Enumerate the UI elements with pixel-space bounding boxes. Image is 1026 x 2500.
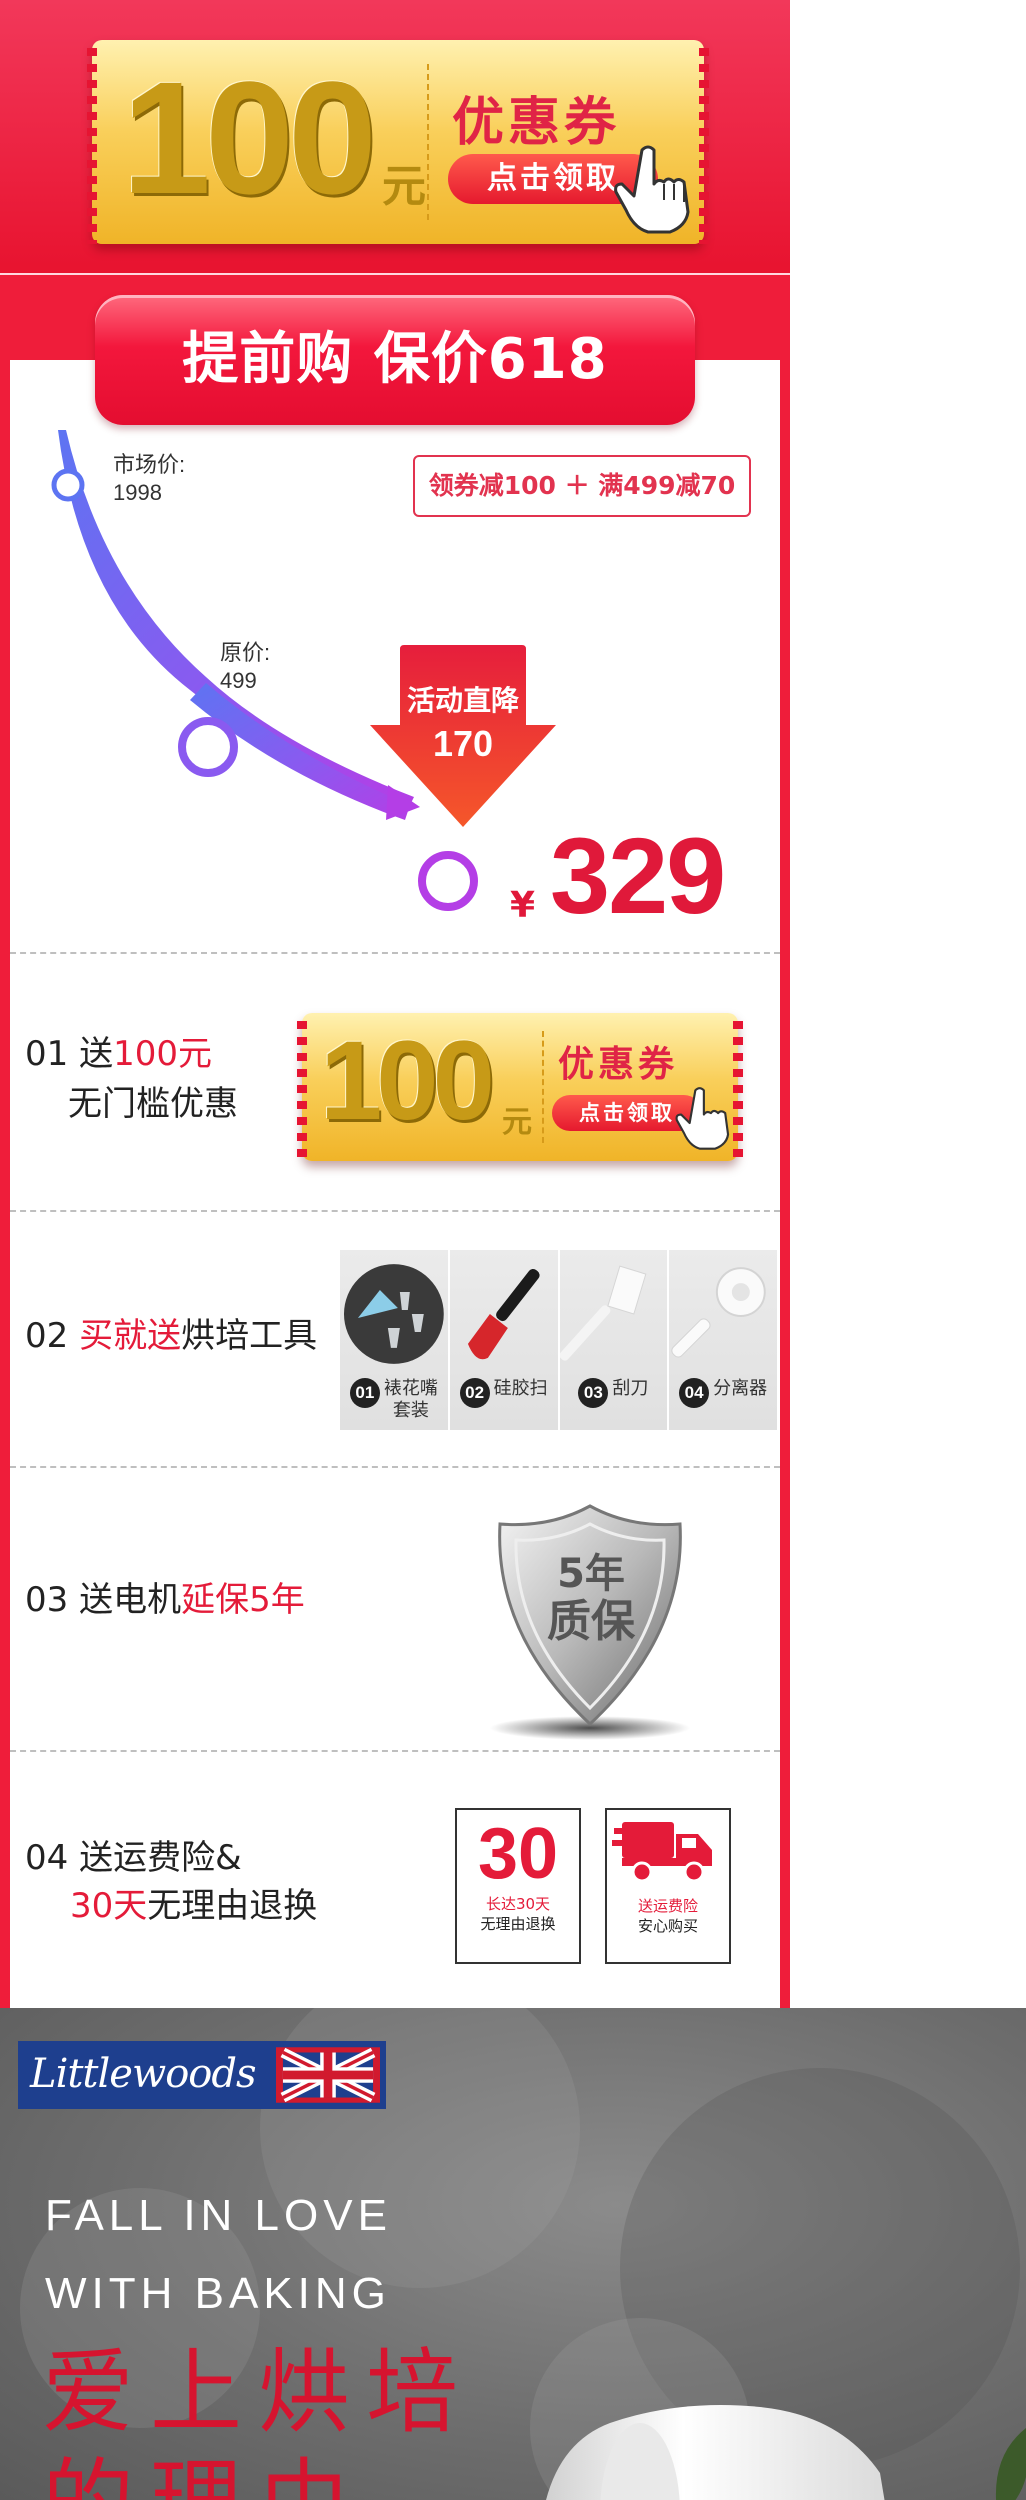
tool-silicone-brush: 02 硅胶扫 (449, 1250, 558, 1430)
tool-egg-separator: 04 分离器 (669, 1250, 777, 1430)
coupon-amount: 100 (320, 1018, 495, 1143)
benefit-01-line1: 01 送100元 (25, 1034, 212, 1074)
benefit-row-02: 02 买就送烘培工具 01 裱花嘴 套装 02 硅胶扫 03 刮刀 04 分离器 (10, 1210, 780, 1466)
market-price-label: 市场价: 1998 (113, 452, 186, 505)
benefit-02-text: 02 买就送烘培工具 (25, 1316, 318, 1356)
benefit-row-03: 03 送电机延保5年 5年 质保 (10, 1466, 780, 1750)
coupon-title: 优惠券 (452, 93, 621, 153)
final-price: 329 (550, 815, 726, 936)
hero-chinese-line2: 的理由 (42, 2448, 366, 2500)
benefit-03-text: 03 送电机延保5年 (25, 1580, 305, 1620)
price-curve-section: 市场价: 1998 原价: 499 领券减100 ＋ 满499减70 活动直降 … (10, 425, 780, 955)
tool-piping-tips: 01 裱花嘴 套装 (340, 1250, 448, 1430)
stand-mixer-image (546, 2405, 885, 2500)
brand-logo: Littlewoods (18, 2041, 386, 2109)
benefit-04-line1: 04 送运费险& (25, 1838, 242, 1878)
coupon-unit: 元 (382, 161, 426, 212)
coupon-unit: 元 (502, 1105, 532, 1140)
hero-english-line2: WITH BAKING (45, 2269, 391, 2318)
coupon-offer-tag: 领券减100 ＋ 满499减70 (413, 455, 751, 517)
tool-number: 02 (459, 1378, 490, 1408)
tool-spatula: 03 刮刀 (559, 1250, 668, 1430)
shield-line2: 质保 (547, 1596, 635, 1647)
pointing-hand-icon (614, 145, 690, 234)
badge-number: 30 (477, 1814, 559, 1894)
badge-line2: 无理由退换 (480, 1915, 556, 1933)
drop-label: 活动直降 (406, 684, 519, 717)
top-coupon-banner: 100 元 优惠券 点击领取 (0, 0, 790, 275)
tool-name: 分离器 (713, 1378, 768, 1399)
tool-name: 裱花嘴 套装 (383, 1378, 438, 1421)
pointing-hand-icon (675, 1087, 730, 1150)
tool-name: 刮刀 (612, 1378, 649, 1399)
tool-number: 04 (679, 1378, 710, 1408)
return-30-days-badge: 30 长达30天 无理由退换 (455, 1808, 581, 1964)
gift-tools-strip: 01 裱花嘴 套装 02 硅胶扫 03 刮刀 04 分离器 (340, 1250, 777, 1430)
tool-number: 03 (578, 1378, 609, 1408)
section-title: 提前购 保价618 (182, 327, 608, 392)
piping-tips-icon (343, 1264, 444, 1364)
coupon-amount: 100 (122, 48, 377, 227)
hero-chinese-line1: 爱上烘培 (42, 2339, 475, 2446)
brand-name: Littlewoods (30, 2051, 257, 2097)
original-price-label: 原价: 499 (220, 640, 271, 693)
tool-number: 01 (349, 1378, 380, 1408)
delivery-truck-icon (612, 1822, 712, 1883)
badge-line1: 送运费险 (637, 1897, 698, 1915)
currency-symbol: ¥ (510, 885, 536, 926)
coupon-100-small[interactable]: 100 元 优惠券 点击领取 (297, 1013, 743, 1161)
coupon-edge (87, 40, 97, 244)
badge-line2: 安心购买 (637, 1917, 698, 1935)
shield-line1: 5年 (557, 1551, 625, 1597)
coupon-divider (427, 64, 429, 220)
silicone-brush-icon (467, 1268, 540, 1360)
benefit-01-line2: 无门槛优惠 (68, 1084, 238, 1124)
coupon-divider (542, 1030, 544, 1144)
plant-leaf-icon (995, 2428, 1026, 2500)
hero-english-line1: FALL IN LOVE (45, 2191, 392, 2240)
coupon-100-banner[interactable]: 100 元 优惠券 点击领取 (87, 40, 709, 244)
coupon-title: 优惠券 (558, 1044, 679, 1085)
spatula-icon (559, 1265, 646, 1361)
benefit-row-04: 04 送运费险& 30天无理由退换 30 长达30天 无理由退换 送运费险 安心… (10, 1750, 780, 2008)
coupon-edge (297, 1013, 307, 1161)
uk-flag-icon (276, 2047, 380, 2103)
section-title-ribbon: 提前购 保价618 (95, 295, 695, 425)
benefit-04-line2: 30天无理由退换 (70, 1886, 318, 1926)
egg-separator-icon (671, 1267, 767, 1358)
brand-hero-banner: Littlewoods FALL IN LOVE WITH BAKING 爱上烘… (0, 2008, 1026, 2500)
shipping-insurance-badge: 送运费险 安心购买 (605, 1808, 731, 1964)
tool-name: 硅胶扫 (493, 1378, 548, 1399)
drop-amount: 170 (432, 723, 494, 764)
badge-line1: 长达30天 (485, 1895, 551, 1913)
